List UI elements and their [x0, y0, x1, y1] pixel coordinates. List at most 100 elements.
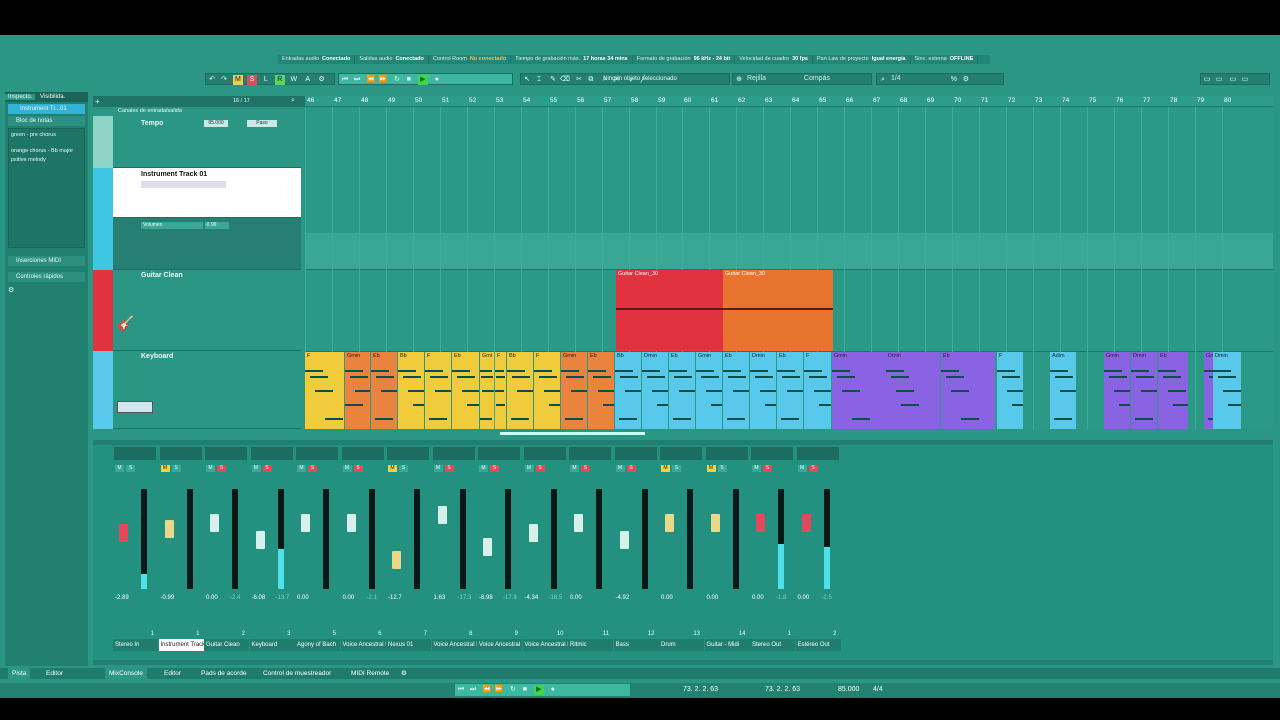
- mute-button[interactable]: M: [797, 465, 807, 472]
- channel-name[interactable]: Stereo In: [113, 639, 158, 651]
- quick-controls-section[interactable]: Controles rápidos: [8, 272, 85, 282]
- channel-fader[interactable]: [119, 524, 128, 542]
- keyboard-clip[interactable]: Eb: [723, 352, 749, 429]
- forward-icon[interactable]: ⏩: [494, 685, 504, 695]
- channel-name[interactable]: Ritmic: [568, 639, 613, 651]
- mute-button[interactable]: M: [160, 465, 170, 472]
- channel-name[interactable]: Agony of Bach: [295, 639, 340, 651]
- tab-mixconsole[interactable]: MixConsole: [105, 668, 147, 679]
- channel-fader[interactable]: [619, 531, 629, 549]
- record-icon[interactable]: ●: [548, 685, 558, 695]
- keyboard-clip[interactable]: F: [495, 352, 506, 429]
- keyboard-clip[interactable]: Bb: [615, 352, 641, 429]
- mute-button[interactable]: M: [433, 465, 443, 472]
- channel-fader[interactable]: [574, 514, 583, 533]
- tempo-mode[interactable]: Paso: [247, 120, 277, 127]
- solo-button[interactable]: S: [399, 465, 408, 472]
- channel-name[interactable]: Keyboard: [249, 639, 295, 651]
- channel-name[interactable]: Estéreo Out: [795, 639, 841, 651]
- track-name[interactable]: Guitar Clean: [141, 272, 183, 279]
- play-icon[interactable]: ▶: [533, 685, 544, 695]
- solo-button[interactable]: S: [171, 465, 181, 472]
- secondary-time-display[interactable]: 73. 2. 2. 63: [765, 686, 800, 693]
- mute-button[interactable]: M: [752, 465, 761, 472]
- tempo-track[interactable]: Tempo 85.000 Paso: [93, 116, 301, 168]
- tab-inspector[interactable]: Inspecto.: [5, 94, 36, 100]
- channel-name[interactable]: Stereo Out: [750, 639, 795, 651]
- keyboard-clip[interactable]: Eb: [1158, 352, 1188, 429]
- midi-inserts-section[interactable]: Inserciones MIDI: [8, 256, 85, 266]
- keyboard-clip[interactable]: Dmin: [1131, 352, 1157, 429]
- channel-name[interactable]: Voice Ancestral Elf (D): [431, 639, 477, 651]
- keyboard-clip[interactable]: Adim: [1050, 352, 1076, 429]
- cycle-icon[interactable]: ↻: [508, 685, 518, 695]
- keyboard-clip[interactable]: Gmin: [345, 352, 370, 429]
- inspector-track-name[interactable]: Instrument Tr...01: [8, 104, 85, 114]
- automation-param[interactable]: Volumen: [141, 222, 203, 229]
- keyboard-clip[interactable]: Eb: [669, 352, 695, 429]
- solo-button[interactable]: S: [353, 465, 363, 472]
- keyboard-track[interactable]: Keyboard: [93, 351, 301, 429]
- mute-button[interactable]: M: [479, 465, 488, 472]
- signature-display[interactable]: 4/4: [873, 686, 883, 693]
- keyboard-clip[interactable]: F: [997, 352, 1023, 429]
- channel-fader[interactable]: [210, 514, 219, 533]
- solo-button[interactable]: S: [217, 465, 226, 472]
- timeline-ruler[interactable]: 46 47 48 49 50 51 52 53 54 55 56 57 58 59 60 61 62 63 64 65…: [305, 96, 1273, 107]
- keyboard-clip[interactable]: Dmin: [1213, 352, 1241, 429]
- channel-name[interactable]: Voice Ancestral Elf: [340, 639, 386, 651]
- solo-button[interactable]: S: [535, 465, 545, 472]
- tab-chord-pads[interactable]: Pads de acorde: [197, 668, 251, 679]
- volume-automation-lane[interactable]: Volumen -0.99: [93, 218, 301, 270]
- channel-name[interactable]: Guitar Clean: [204, 639, 249, 651]
- tab-editor-left[interactable]: Editor: [42, 668, 67, 679]
- mute-button[interactable]: M: [297, 465, 306, 472]
- keyboard-clip[interactable]: F: [534, 352, 560, 429]
- mute-button[interactable]: M: [661, 465, 670, 472]
- add-track-icon[interactable]: +: [95, 97, 100, 106]
- keyboard-clip[interactable]: Gmin: [561, 352, 587, 429]
- keyboard-clip[interactable]: Dmin: [642, 352, 668, 429]
- channel-fader[interactable]: [801, 514, 811, 533]
- channel-fader[interactable]: [665, 514, 674, 533]
- stop-icon[interactable]: ■: [520, 685, 530, 695]
- solo-button[interactable]: S: [262, 465, 272, 472]
- mute-button[interactable]: M: [615, 465, 625, 472]
- keyboard-clip[interactable]: Gmin: [696, 352, 722, 429]
- search-icon[interactable]: ⌕: [291, 97, 295, 105]
- channel-name[interactable]: Voice Ancestral Elf (D): [522, 639, 568, 651]
- tab-sampler-control[interactable]: Control de muestreador: [259, 668, 335, 679]
- keyboard-clip[interactable]: F: [305, 352, 344, 429]
- channel-fader[interactable]: [528, 524, 538, 542]
- channel-name[interactable]: Guitar - Midi: [704, 639, 750, 651]
- channel-fader[interactable]: [756, 514, 765, 533]
- solo-button[interactable]: S: [490, 465, 499, 472]
- automation-value[interactable]: -0.99: [205, 222, 229, 229]
- channel-name[interactable]: Bass: [613, 639, 659, 651]
- channel-name[interactable]: Instrument Track 01: [158, 639, 204, 651]
- channel-fader[interactable]: [164, 519, 174, 538]
- solo-button[interactable]: S: [763, 465, 772, 472]
- channel-fader[interactable]: [392, 550, 401, 569]
- track-name[interactable]: Keyboard: [141, 353, 173, 360]
- primary-time-display[interactable]: 73. 2. 2. 63: [683, 686, 718, 693]
- keyboard-clip[interactable]: Gmin: [832, 352, 886, 429]
- keyboard-clip[interactable]: Dmin: [750, 352, 776, 429]
- tab-editor[interactable]: Editor: [160, 668, 185, 679]
- channel-fader[interactable]: [301, 514, 310, 533]
- channel-fader[interactable]: [255, 531, 265, 549]
- solo-button[interactable]: S: [717, 465, 727, 472]
- goto-start-icon[interactable]: ⏮: [456, 685, 466, 695]
- keyboard-clip[interactable]: Gmi: [480, 352, 494, 429]
- tempo-value[interactable]: 85.000: [204, 120, 228, 127]
- channel-fader[interactable]: [483, 538, 492, 556]
- keyboard-clip[interactable]: Gmin: [1104, 352, 1130, 429]
- track-name[interactable]: Instrument Track 01: [141, 171, 207, 178]
- tab-midi-remote[interactable]: MIDI Remote: [347, 668, 393, 679]
- channel-name[interactable]: Voice Ancestral Elf (D): [477, 639, 522, 651]
- notepad-text[interactable]: green - pre chorus orange chorus - Bb ma…: [8, 128, 85, 248]
- channel-fader[interactable]: [437, 505, 447, 524]
- keyboard-clip[interactable]: Eb: [941, 352, 995, 429]
- mute-button[interactable]: M: [206, 465, 215, 472]
- settings-icon[interactable]: ⚙: [8, 286, 16, 294]
